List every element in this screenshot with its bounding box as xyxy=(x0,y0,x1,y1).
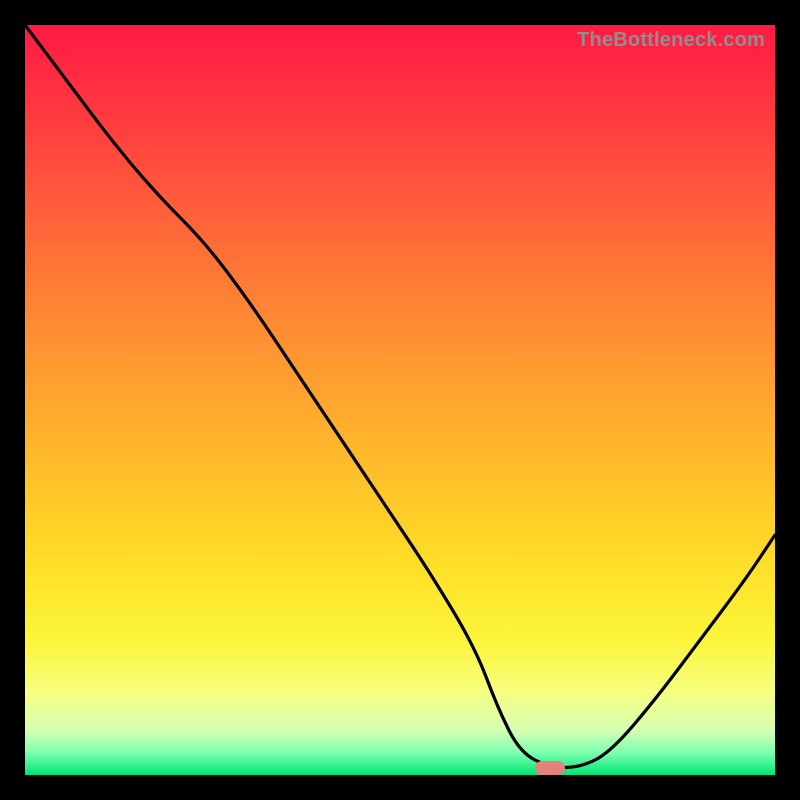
bottleneck-curve xyxy=(25,25,775,775)
curve-path xyxy=(25,25,775,768)
optimum-marker xyxy=(535,761,565,775)
chart-frame: TheBottleneck.com xyxy=(0,0,800,800)
plot-area: TheBottleneck.com xyxy=(25,25,775,775)
